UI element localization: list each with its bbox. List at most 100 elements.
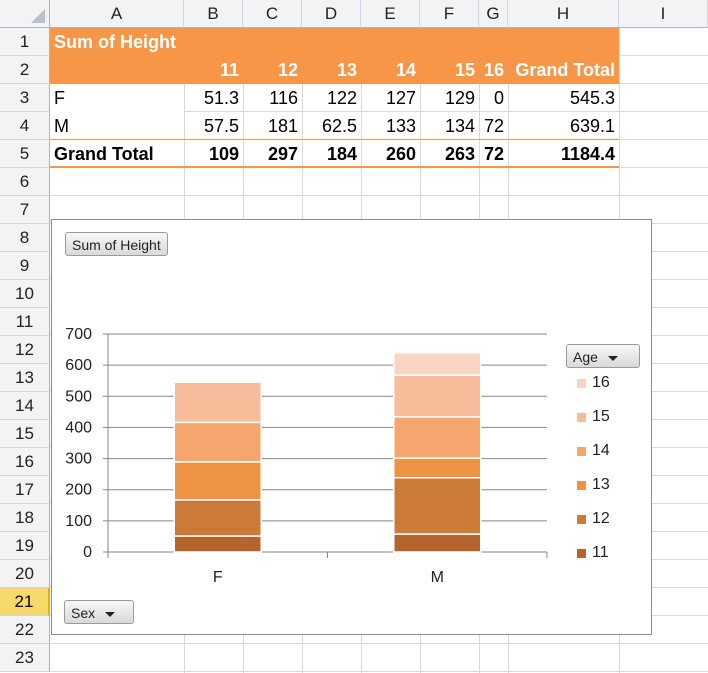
pivot-col-label[interactable]: Grand Total <box>508 56 619 84</box>
pivot-total-cell[interactable]: 263 <box>420 140 479 168</box>
column-header-h[interactable]: H <box>508 0 619 28</box>
pivot-total-cell[interactable]: 109 <box>184 140 243 168</box>
pivot-chart[interactable]: Sum of Height 0 100 200 300 400 500 600 700 F M A… <box>51 219 652 635</box>
pivot-cell[interactable]: 545.3 <box>508 84 619 112</box>
column-header-c[interactable]: C <box>243 0 302 28</box>
pivot-cell[interactable]: 0 <box>479 84 508 112</box>
pivot-total-cell[interactable]: 184 <box>302 140 361 168</box>
row-header-5[interactable]: 5 <box>0 140 50 168</box>
column-header-d[interactable]: D <box>302 0 361 28</box>
pivot-total-cell[interactable]: 260 <box>361 140 420 168</box>
row-header-17[interactable]: 17 <box>0 476 50 504</box>
bar-segment-F-13 <box>173 461 262 501</box>
legend-label: 15 <box>592 408 610 425</box>
gridline <box>50 195 708 196</box>
chart-plot-svg: 0 100 200 300 400 500 600 700 F M <box>65 326 548 586</box>
bar-segment-M-15 <box>393 374 482 418</box>
pivot-cell[interactable]: 133 <box>361 112 420 140</box>
row-header-1[interactable]: 1 <box>0 28 50 56</box>
row-header-12[interactable]: 12 <box>0 336 50 364</box>
y-tick-label: 700 <box>65 326 92 343</box>
pivot-col-label[interactable]: 11 <box>184 56 243 84</box>
column-header-a[interactable]: A <box>50 0 184 28</box>
column-header-i[interactable]: I <box>619 0 708 28</box>
row-header-23[interactable]: 23 <box>0 644 50 672</box>
row-header-9[interactable]: 9 <box>0 252 50 280</box>
column-header-e[interactable]: E <box>361 0 420 28</box>
pivot-title-cell[interactable]: Sum of Height <box>50 28 184 56</box>
row-header-22[interactable]: 22 <box>0 616 50 644</box>
row-header-4[interactable]: 4 <box>0 112 50 140</box>
bar-segment-M-11 <box>393 533 482 553</box>
row-header-16[interactable]: 16 <box>0 448 50 476</box>
pivot-cell[interactable]: 51.3 <box>184 84 243 112</box>
pivot-cell[interactable]: 116 <box>243 84 302 112</box>
legend-label: 13 <box>592 476 610 493</box>
pivot-col-label[interactable]: 16 <box>479 56 508 84</box>
pivot-col-label[interactable]: 12 <box>243 56 302 84</box>
row-header-19[interactable]: 19 <box>0 532 50 560</box>
legend-label: 14 <box>592 442 610 459</box>
y-tick-label: 0 <box>83 544 92 561</box>
pivot-total-cell[interactable]: 297 <box>243 140 302 168</box>
pivot-total-cell[interactable]: 72 <box>479 140 508 168</box>
row-header-21[interactable]: 21 <box>0 588 50 616</box>
pivot-row-label[interactable]: F <box>50 84 184 112</box>
legend-field-button[interactable]: Age <box>566 344 640 368</box>
row-header-20[interactable]: 20 <box>0 560 50 588</box>
chevron-down-icon <box>607 355 618 361</box>
pivot-cell[interactable]: 129 <box>420 84 479 112</box>
row-header-6[interactable]: 6 <box>0 168 50 196</box>
x-tick-label: M <box>431 569 444 586</box>
bar-segment-F-14 <box>173 421 262 463</box>
legend-swatch <box>577 549 586 558</box>
pivot-cell[interactable]: 122 <box>302 84 361 112</box>
bar-segment-F-15 <box>173 381 262 424</box>
pivot-col-label[interactable]: 13 <box>302 56 361 84</box>
column-header-b[interactable]: B <box>184 0 243 28</box>
row-header-8[interactable]: 8 <box>0 224 50 252</box>
pivot-cell[interactable]: 127 <box>361 84 420 112</box>
pivot-col-label[interactable]: 15 <box>420 56 479 84</box>
legend-swatch <box>577 481 586 490</box>
chevron-down-icon <box>105 611 116 617</box>
legend-swatch <box>577 413 586 422</box>
row-header-2[interactable]: 2 <box>0 56 50 84</box>
legend-swatch <box>577 447 586 456</box>
column-header-f[interactable]: F <box>420 0 479 28</box>
bar-segment-F-12 <box>173 499 262 537</box>
pivot-grand-total-label[interactable]: Grand Total <box>50 140 184 168</box>
legend-label: 11 <box>592 544 609 561</box>
select-all-corner[interactable] <box>0 0 50 28</box>
row-header-11[interactable]: 11 <box>0 308 50 336</box>
y-tick-label: 200 <box>65 482 92 499</box>
legend-label: 16 <box>592 374 610 391</box>
legend-swatch <box>577 379 586 388</box>
bar-segment-F-11 <box>173 535 262 553</box>
pivot-col-label[interactable]: 14 <box>361 56 420 84</box>
bar-segment-M-12 <box>393 476 482 535</box>
row-header-18[interactable]: 18 <box>0 504 50 532</box>
pivot-cell[interactable]: 134 <box>420 112 479 140</box>
y-tick-label: 100 <box>65 513 92 530</box>
row-header-14[interactable]: 14 <box>0 392 50 420</box>
y-tick-label: 300 <box>65 451 92 468</box>
pivot-cell[interactable]: 62.5 <box>302 112 361 140</box>
pivot-cell[interactable]: 639.1 <box>508 112 619 140</box>
column-header-g[interactable]: G <box>479 0 508 28</box>
select-all-triangle-icon <box>31 9 45 23</box>
pivot-cell[interactable]: 181 <box>243 112 302 140</box>
row-header-7[interactable]: 7 <box>0 196 50 224</box>
pivot-row-label[interactable]: M <box>50 112 184 140</box>
pivot-total-cell[interactable]: 1184.4 <box>508 140 619 168</box>
row-header-15[interactable]: 15 <box>0 420 50 448</box>
pivot-cell[interactable]: 57.5 <box>184 112 243 140</box>
legend-swatch <box>577 515 586 524</box>
axis-field-button[interactable]: Sex <box>64 600 134 624</box>
legend-field-label: Age <box>573 349 598 365</box>
row-header-10[interactable]: 10 <box>0 280 50 308</box>
row-header-3[interactable]: 3 <box>0 84 50 112</box>
gridline <box>50 671 708 672</box>
pivot-cell[interactable]: 72 <box>479 112 508 140</box>
row-header-13[interactable]: 13 <box>0 364 50 392</box>
